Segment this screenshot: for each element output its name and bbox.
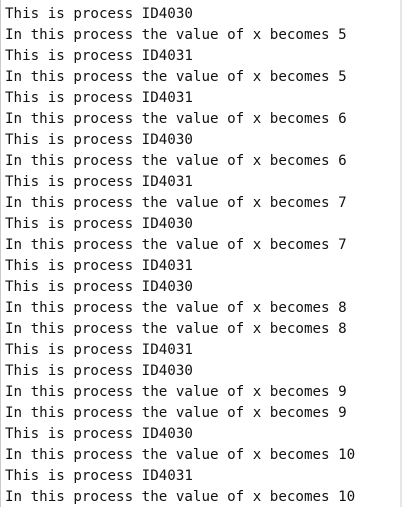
terminal-output: This is process ID4030 In this process t… bbox=[5, 4, 355, 507]
output-line: This is process ID4030 bbox=[5, 132, 193, 148]
output-line: In this process the value of x becomes 9 bbox=[5, 405, 347, 421]
output-line: In this process the value of x becomes 6 bbox=[5, 111, 347, 127]
output-line: In this process the value of x becomes 5 bbox=[5, 27, 347, 43]
terminal-window[interactable]: This is process ID4030 In this process t… bbox=[0, 0, 402, 507]
output-line: This is process ID4030 bbox=[5, 363, 193, 379]
output-line: This is process ID4031 bbox=[5, 258, 193, 274]
output-line: In this process the value of x becomes 8 bbox=[5, 321, 347, 337]
output-line: In this process the value of x becomes 6 bbox=[5, 153, 347, 169]
output-line: In this process the value of x becomes 9 bbox=[5, 384, 347, 400]
output-line: In this process the value of x becomes 5 bbox=[5, 69, 347, 85]
output-line: This is process ID4030 bbox=[5, 279, 193, 295]
output-line: This is process ID4030 bbox=[5, 426, 193, 442]
output-line: In this process the value of x becomes 7 bbox=[5, 237, 347, 253]
output-line: This is process ID4031 bbox=[5, 48, 193, 64]
output-line: This is process ID4030 bbox=[5, 6, 193, 22]
output-line: In this process the value of x becomes 8 bbox=[5, 300, 347, 316]
output-line: In this process the value of x becomes 1… bbox=[5, 447, 356, 463]
output-line: This is process ID4031 bbox=[5, 468, 193, 484]
output-line: This is process ID4031 bbox=[5, 90, 193, 106]
output-line: This is process ID4030 bbox=[5, 216, 193, 232]
output-line: This is process ID4031 bbox=[5, 342, 193, 358]
output-line: This is process ID4031 bbox=[5, 174, 193, 190]
output-line: In this process the value of x becomes 1… bbox=[5, 489, 356, 505]
output-line: In this process the value of x becomes 7 bbox=[5, 195, 347, 211]
